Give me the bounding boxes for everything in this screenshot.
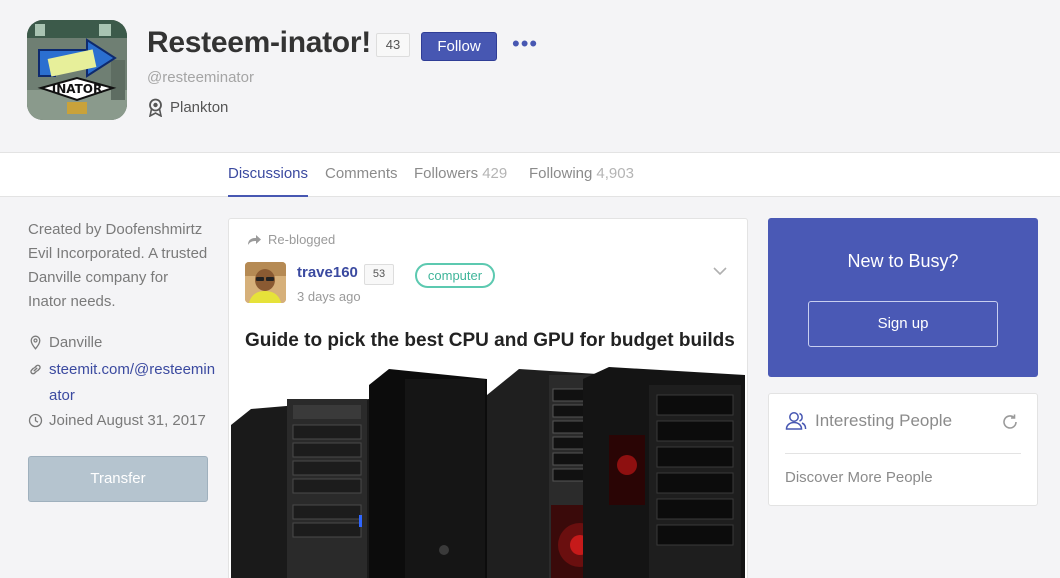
post-image[interactable] bbox=[229, 365, 747, 578]
tab-comments-label: Comments bbox=[325, 165, 398, 182]
people-header: Interesting People bbox=[785, 411, 952, 431]
reblog-label: Re-blogged bbox=[268, 232, 336, 247]
chevron-down-icon[interactable] bbox=[712, 265, 728, 277]
tab-comments[interactable]: Comments bbox=[325, 153, 398, 197]
interesting-people-card: Interesting People Discover More People bbox=[768, 393, 1038, 506]
post-time: 3 days ago bbox=[297, 289, 361, 304]
link-icon bbox=[30, 364, 41, 375]
people-divider bbox=[785, 453, 1021, 454]
followers-count: 429 bbox=[482, 165, 508, 182]
rank-label: Plankton bbox=[170, 98, 229, 116]
post-title[interactable]: Guide to pick the best CPU and GPU for b… bbox=[245, 330, 735, 352]
profile-name: Resteem-inator! bbox=[147, 26, 371, 59]
website-link[interactable]: steemit.com/@resteeminator bbox=[49, 357, 219, 409]
location-row: Danville bbox=[28, 330, 102, 356]
tab-discussions-label: Discussions bbox=[228, 165, 309, 182]
author-avatar[interactable] bbox=[245, 262, 286, 303]
profile-avatar[interactable]: INATOR bbox=[27, 20, 127, 120]
reblog-row: Re-blogged bbox=[247, 232, 335, 247]
discover-more-people-link[interactable]: Discover More People bbox=[785, 469, 933, 486]
tab-followers-label: Followers bbox=[414, 165, 479, 182]
avatar-logo-text: INATOR bbox=[52, 82, 103, 96]
busy-title: New to Busy? bbox=[847, 251, 959, 271]
profile-about: Created by Doofenshmirtz Evil Incorporat… bbox=[28, 221, 208, 310]
profile-tabs: Discussions Comments Followers 429 Follow… bbox=[0, 152, 1060, 197]
tag-pill[interactable]: computer bbox=[415, 263, 495, 288]
tab-following[interactable]: Following 4,903 bbox=[529, 153, 634, 197]
new-to-busy-card: New to Busy? Sign up bbox=[768, 218, 1038, 377]
author-name[interactable]: trave160 bbox=[297, 264, 358, 281]
joined-label: Joined August 31, 2017 bbox=[49, 412, 206, 429]
follow-button[interactable]: Follow bbox=[421, 32, 497, 61]
reblog-arrow-icon bbox=[248, 234, 261, 245]
tab-discussions[interactable]: Discussions bbox=[228, 153, 309, 197]
profile-handle: @resteeminator bbox=[147, 69, 254, 86]
sign-up-button[interactable]: Sign up bbox=[808, 301, 998, 347]
clock-icon bbox=[28, 413, 43, 428]
location-label: Danville bbox=[49, 334, 103, 351]
rank-row: Plankton bbox=[147, 97, 228, 117]
reputation-badge: 43 bbox=[376, 33, 410, 57]
transfer-button[interactable]: Transfer bbox=[28, 456, 208, 502]
website-row: steemit.com/@resteeminator bbox=[28, 357, 219, 409]
more-options-icon[interactable]: ••• bbox=[512, 33, 538, 56]
tab-followers[interactable]: Followers 429 bbox=[414, 153, 507, 197]
people-icon bbox=[785, 412, 807, 430]
joined-row: Joined August 31, 2017 bbox=[28, 408, 206, 434]
refresh-icon[interactable] bbox=[1001, 413, 1019, 431]
tab-following-label: Following bbox=[529, 165, 593, 182]
author-reputation-badge: 53 bbox=[364, 264, 394, 285]
following-count: 4,903 bbox=[596, 165, 634, 182]
profile-header: INATOR Resteem-inator! 43 Follow ••• @re… bbox=[0, 0, 1060, 152]
post-card: Re-blogged trave160 53 computer 3 days a… bbox=[228, 218, 748, 578]
location-pin-icon bbox=[30, 335, 41, 350]
medal-icon bbox=[148, 98, 163, 117]
people-title: Interesting People bbox=[815, 411, 953, 430]
